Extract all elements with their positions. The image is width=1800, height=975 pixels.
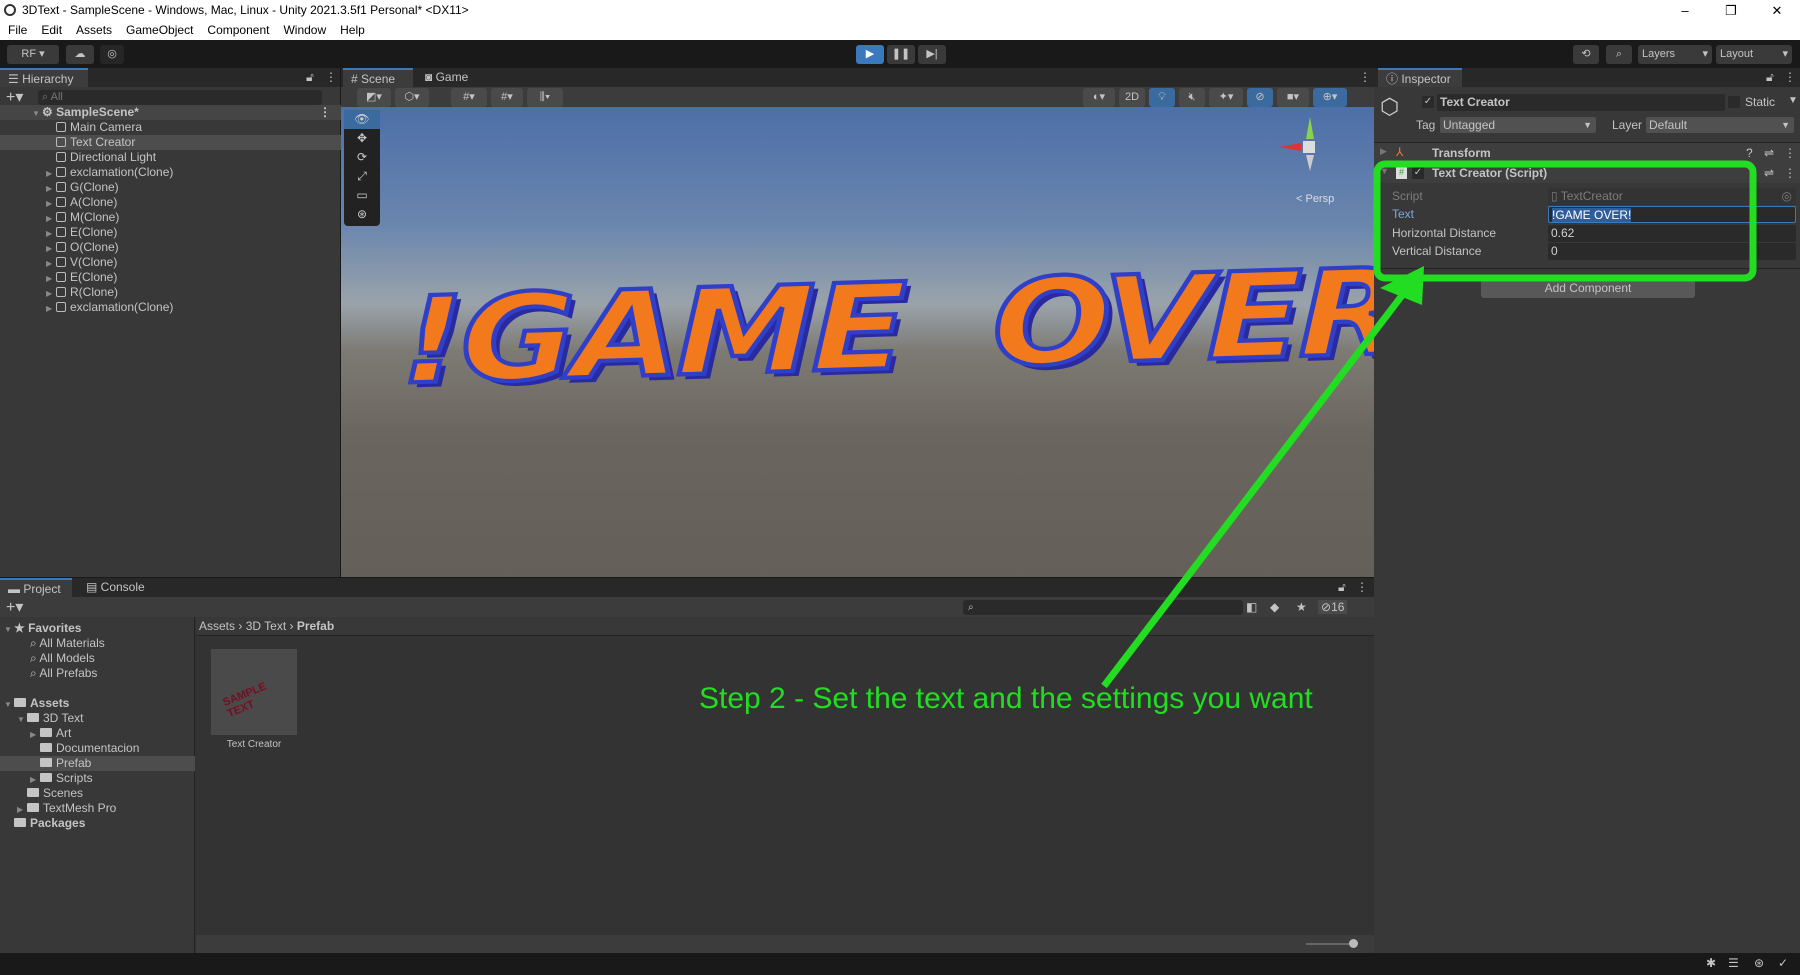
highlight-rectangle <box>1373 160 1757 282</box>
annotation-text: Step 2 - Set the text and the settings y… <box>699 682 1313 715</box>
annotation-arrow-line <box>1101 282 1413 689</box>
annotation-overlay <box>1101 160 1757 689</box>
